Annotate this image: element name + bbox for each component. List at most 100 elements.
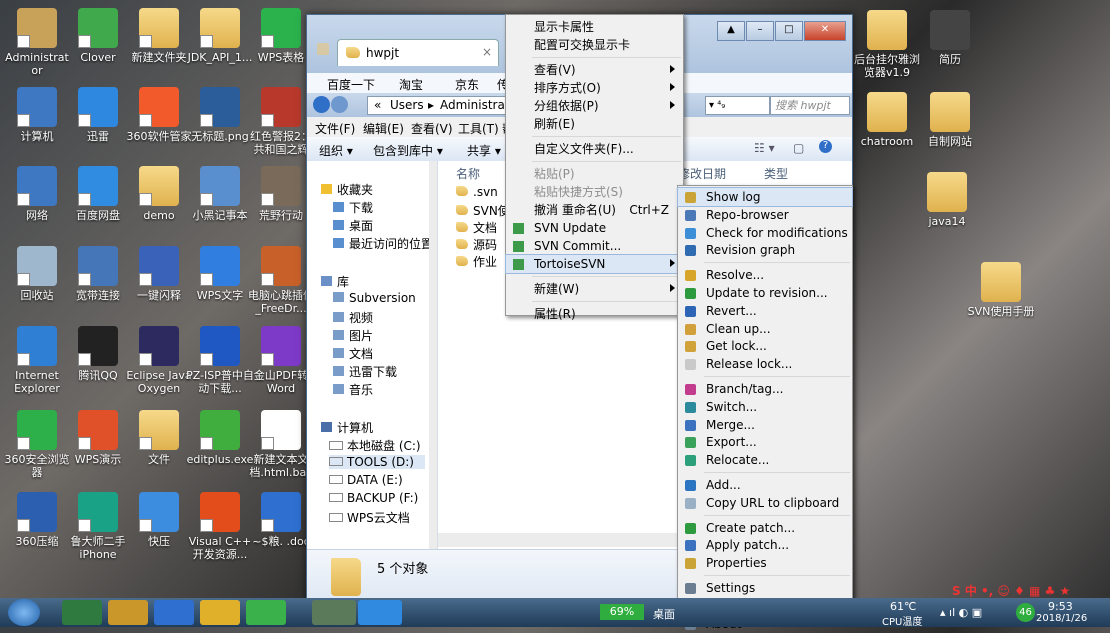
desktop-icon[interactable]: 无标题.png: [185, 87, 255, 143]
nav-favorite-item[interactable]: 最近访问的位置: [333, 235, 433, 252]
svn-menu-item[interactable]: Export...: [678, 433, 852, 451]
notification-badge[interactable]: 46: [1016, 603, 1035, 622]
svn-menu-item[interactable]: Show log: [677, 187, 853, 207]
nav-favorites[interactable]: 收藏夹: [321, 181, 373, 198]
clock-time[interactable]: 9:53: [1048, 600, 1073, 613]
menu-tools[interactable]: 工具(T): [458, 120, 499, 137]
nav-favorite-item[interactable]: 桌面: [333, 217, 373, 234]
svn-menu-item[interactable]: Repo-browser: [678, 206, 852, 224]
svn-menu-item[interactable]: Settings: [678, 579, 852, 597]
svn-menu-item[interactable]: Create patch...: [678, 519, 852, 537]
svn-menu-item[interactable]: Properties: [678, 554, 852, 572]
svn-menu-item[interactable]: Switch...: [678, 398, 852, 416]
search-input[interactable]: 搜索 hwpjt: [770, 96, 850, 115]
desktop-icon[interactable]: Eclipse Java Oxygen: [124, 326, 194, 395]
desktop-icon[interactable]: demo: [124, 166, 194, 222]
context-menu-item[interactable]: 排序方式(O): [506, 79, 683, 97]
desktop-icon[interactable]: java14: [912, 172, 982, 228]
organize-button[interactable]: 组织 ▾: [319, 142, 353, 159]
context-menu-item[interactable]: SVN Update: [506, 219, 683, 237]
battery-indicator[interactable]: 69%: [600, 604, 644, 620]
nav-library-item[interactable]: 文档: [333, 345, 373, 362]
desktop-icon[interactable]: WPS演示: [63, 410, 133, 466]
desktop-icon[interactable]: 百度网盘: [63, 166, 133, 222]
svn-menu-item[interactable]: Resolve...: [678, 266, 852, 284]
context-menu-item[interactable]: 粘贴(P): [506, 165, 683, 183]
nav-drive[interactable]: DATA (E:): [329, 473, 403, 487]
svn-menu-item[interactable]: Clean up...: [678, 320, 852, 338]
help-icon[interactable]: ?: [819, 140, 832, 153]
svn-menu-item[interactable]: Branch/tag...: [678, 380, 852, 398]
taskbar-wps-icon[interactable]: [358, 600, 402, 625]
context-menu-item[interactable]: 刷新(E): [506, 115, 683, 133]
address-admin[interactable]: Administrat: [440, 98, 510, 112]
svn-menu-item[interactable]: Check for modifications: [678, 224, 852, 242]
nav-library-item[interactable]: 视频: [333, 309, 373, 326]
svn-menu-item[interactable]: Copy URL to clipboard: [678, 494, 852, 512]
address-bar[interactable]: « Users ▸ Administrat: [367, 96, 510, 115]
svn-menu-item[interactable]: Add...: [678, 476, 852, 494]
nav-computer[interactable]: 计算机: [321, 419, 373, 436]
fav-baidu[interactable]: 百度一下: [327, 76, 375, 93]
address-overflow[interactable]: «: [374, 98, 381, 112]
nav-drive[interactable]: WPS云文档: [329, 509, 410, 526]
column-date[interactable]: 修改日期: [678, 165, 726, 182]
column-name[interactable]: 名称: [456, 165, 480, 182]
ime-toolbar[interactable]: S 中 •, ☺ ♦ ▦ ♣ ★: [952, 582, 1107, 598]
desktop-icon[interactable]: 快压: [124, 492, 194, 548]
desktop-icon[interactable]: 小黑记事本: [185, 166, 255, 222]
context-menu-item[interactable]: 显示卡属性: [506, 18, 683, 36]
context-menu-item[interactable]: SVN Commit...: [506, 237, 683, 255]
svn-menu-item[interactable]: Revision graph: [678, 241, 852, 259]
desktop-icon[interactable]: 回收站: [2, 246, 72, 302]
desktop-icon[interactable]: 360软件管家: [124, 87, 194, 143]
context-menu-item[interactable]: 新建(W): [506, 280, 683, 298]
context-menu-item[interactable]: 配置可交换显示卡: [506, 36, 683, 54]
desktop-icon[interactable]: 360安全浏览器: [2, 410, 72, 479]
close-tab-icon[interactable]: ×: [482, 45, 492, 59]
nav-library[interactable]: 库: [321, 273, 349, 290]
file-row[interactable]: .svn: [456, 185, 498, 199]
svn-menu-item[interactable]: Apply patch...: [678, 536, 852, 554]
svn-menu-item[interactable]: Relocate...: [678, 451, 852, 469]
taskbar-iqiyi-icon[interactable]: [246, 600, 286, 625]
user-icon[interactable]: ▲: [717, 21, 745, 41]
address-dropdown[interactable]: ▾ ⁴₉: [705, 96, 770, 115]
minimize-button[interactable]: –: [746, 21, 774, 41]
taskbar-chrome-icon[interactable]: [200, 600, 240, 625]
nav-drive[interactable]: 本地磁盘 (C:): [329, 437, 421, 454]
desktop-icon[interactable]: 一键闪释: [124, 246, 194, 302]
nav-drive[interactable]: BACKUP (F:): [329, 491, 418, 505]
desktop-icon[interactable]: 计算机: [2, 87, 72, 143]
nav-drive[interactable]: TOOLS (D:): [329, 455, 425, 469]
context-menu-item[interactable]: 属性(R): [506, 305, 683, 323]
desktop-icon[interactable]: 鲁大师二手iPhone: [63, 492, 133, 561]
include-library-button[interactable]: 包含到库中 ▾: [373, 142, 443, 159]
desktop-icon[interactable]: Visual C++ 开发资源...: [185, 492, 255, 561]
menu-view[interactable]: 查看(V): [411, 120, 453, 137]
svn-menu-item[interactable]: Merge...: [678, 416, 852, 434]
desktop-icon[interactable]: PZ-ISP普中自动下载...: [185, 326, 255, 395]
view-toggle-icon[interactable]: ☷ ▾: [754, 141, 775, 155]
svn-menu-item[interactable]: Release lock...: [678, 355, 852, 373]
preview-pane-icon[interactable]: ▢: [793, 141, 804, 155]
desktop-icon[interactable]: 新建文件夹: [124, 8, 194, 64]
tray-icons[interactable]: ▴ ıl ◐ ▣: [940, 606, 982, 619]
taskbar-media-icon[interactable]: [154, 600, 194, 625]
desktop-icon[interactable]: 宽带连接: [63, 246, 133, 302]
column-type[interactable]: 类型: [764, 165, 788, 182]
nav-library-item[interactable]: Subversion: [333, 291, 416, 305]
nav-library-item[interactable]: 图片: [333, 327, 373, 344]
desktop-icon[interactable]: 腾讯QQ: [63, 326, 133, 382]
desktop-icon[interactable]: JDK_API_1...: [185, 8, 255, 64]
share-button[interactable]: 共享 ▾: [467, 142, 501, 159]
back-icon[interactable]: [313, 96, 330, 113]
tab-hwpjt[interactable]: hwpjt ×: [337, 39, 499, 66]
context-menu-item[interactable]: 撤消 重命名(U) Ctrl+Z: [506, 201, 683, 219]
desktop-icon[interactable]: SVN使用手册: [966, 262, 1036, 318]
nav-library-item[interactable]: 迅雷下载: [333, 363, 397, 380]
svn-menu-item[interactable]: Revert...: [678, 302, 852, 320]
menu-file[interactable]: 文件(F): [315, 120, 355, 137]
desktop-icon[interactable]: 文件: [124, 410, 194, 466]
file-row[interactable]: 文档: [456, 219, 497, 236]
